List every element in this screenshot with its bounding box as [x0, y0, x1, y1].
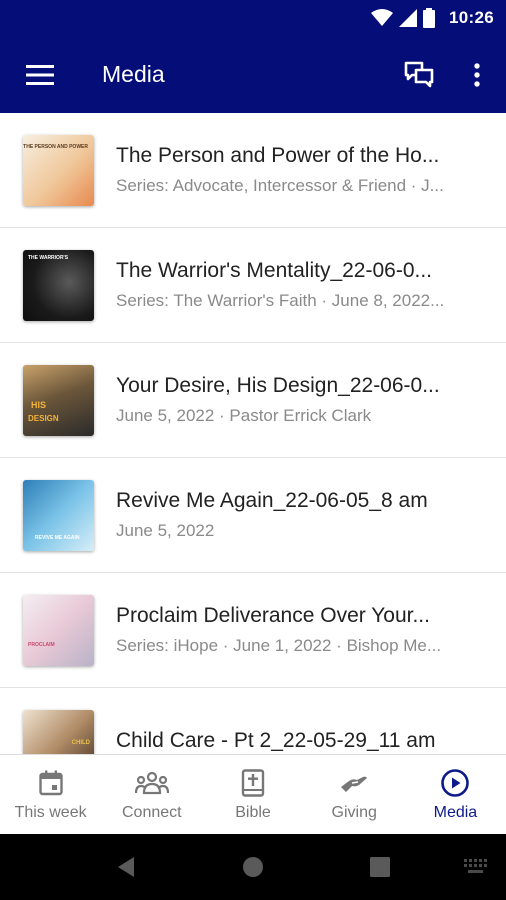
- back-triangle-icon: [118, 857, 134, 877]
- media-item-title: Child Care - Pt 2_22-05-29_11 am: [116, 729, 436, 752]
- media-list-item[interactable]: CHILD Child Care - Pt 2_22-05-29_11 am: [0, 688, 506, 754]
- media-item-text: The Warrior's Mentality_22-06-0... Serie…: [116, 259, 486, 311]
- people-icon: [134, 768, 169, 798]
- status-icons: 10:26: [371, 8, 494, 28]
- page-title: Media: [102, 61, 165, 87]
- battery-icon: [423, 8, 436, 28]
- home-button[interactable]: [223, 834, 283, 900]
- bible-icon: [241, 768, 265, 798]
- wifi-icon: [371, 9, 394, 26]
- keyboard-button[interactable]: [446, 834, 506, 900]
- media-list-item[interactable]: HIS DESIGN Your Desire, His Design_22-06…: [0, 343, 506, 458]
- media-item-title: The Warrior's Mentality_22-06-0...: [116, 259, 433, 282]
- media-thumbnail: HIS DESIGN: [23, 364, 94, 436]
- media-thumbnail: PROCLAIM: [23, 594, 94, 666]
- chat-bubbles-icon: [404, 61, 434, 87]
- media-item-subtitle: Series: The Warrior's Faith · June 8, 20…: [116, 291, 445, 310]
- play-circle-icon: [441, 768, 470, 798]
- media-thumbnail: REVIVE ME AGAIN: [23, 479, 94, 551]
- media-item-subtitle: June 5, 2022: [116, 521, 215, 540]
- messages-button[interactable]: [390, 36, 448, 113]
- nav-tab-this-week[interactable]: This week: [0, 755, 101, 834]
- media-item-text: Your Desire, His Design_22-06-0... June …: [116, 374, 486, 426]
- media-item-subtitle: Series: Advocate, Intercessor & Friend ·…: [116, 176, 444, 195]
- nav-label: Media: [433, 803, 478, 821]
- nav-label: Giving: [331, 803, 377, 821]
- media-thumbnail: THE PERSON AND POWER: [23, 134, 94, 206]
- media-item-title: The Person and Power of the Ho...: [116, 144, 440, 167]
- nav-label: Connect: [122, 803, 182, 821]
- media-list-item[interactable]: REVIVE ME AGAIN Revive Me Again_22-06-05…: [0, 458, 506, 573]
- recents-square-icon: [370, 857, 390, 877]
- nav-label: This week: [14, 803, 87, 821]
- media-item-text: The Person and Power of the Ho... Series…: [116, 144, 486, 196]
- status-time: 10:26: [449, 8, 494, 27]
- hamburger-menu-icon: [26, 64, 54, 85]
- back-button[interactable]: [96, 834, 156, 900]
- giving-hand-icon: [339, 768, 369, 798]
- media-list-item[interactable]: THE PERSON AND POWER The Person and Powe…: [0, 113, 506, 228]
- nav-tab-connect[interactable]: Connect: [101, 755, 202, 834]
- media-item-title: Revive Me Again_22-06-05_8 am: [116, 489, 428, 512]
- media-item-subtitle: Series: iHope · June 1, 2022 · Bishop Me…: [116, 636, 442, 655]
- media-item-text: Proclaim Deliverance Over Your... Series…: [116, 604, 486, 656]
- more-vert-icon: [474, 62, 480, 87]
- status-bar: 10:26: [0, 0, 506, 36]
- calendar-icon: [38, 768, 63, 798]
- media-list: THE PERSON AND POWER The Person and Powe…: [0, 113, 506, 754]
- media-item-subtitle: June 5, 2022 · Pastor Errick Clark: [116, 406, 372, 425]
- bottom-navigation: This week Connect Bible Giving Media: [0, 754, 506, 834]
- overflow-menu-button[interactable]: [448, 36, 506, 113]
- home-circle-icon: [243, 857, 263, 877]
- nav-label: Bible: [235, 803, 271, 821]
- media-thumbnail: THE WARRIOR'S: [23, 249, 94, 321]
- media-list-item[interactable]: THE WARRIOR'S The Warrior's Mentality_22…: [0, 228, 506, 343]
- app-bar: Media: [0, 36, 506, 113]
- media-item-text: Child Care - Pt 2_22-05-29_11 am: [116, 729, 486, 754]
- media-list-item[interactable]: PROCLAIM Proclaim Deliverance Over Your.…: [0, 573, 506, 688]
- media-item-title: Proclaim Deliverance Over Your...: [116, 604, 430, 627]
- nav-tab-giving[interactable]: Giving: [304, 755, 405, 834]
- menu-button[interactable]: [0, 36, 80, 113]
- nav-tab-bible[interactable]: Bible: [202, 755, 303, 834]
- recents-button[interactable]: [350, 834, 410, 900]
- keyboard-icon: [464, 859, 487, 873]
- system-navigation-bar: [0, 834, 506, 900]
- nav-tab-media[interactable]: Media: [405, 755, 506, 834]
- media-item-title: Your Desire, His Design_22-06-0...: [116, 374, 440, 397]
- media-thumbnail: CHILD: [23, 709, 94, 754]
- signal-icon: [399, 9, 418, 27]
- media-item-text: Revive Me Again_22-06-05_8 am June 5, 20…: [116, 489, 486, 541]
